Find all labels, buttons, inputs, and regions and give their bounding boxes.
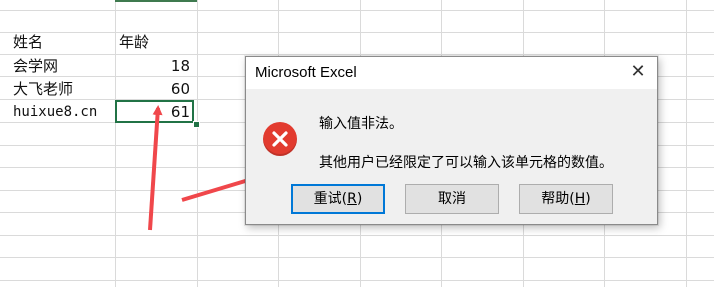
header-cell-name[interactable]: 姓名 xyxy=(10,31,113,53)
dialog-titlebar[interactable]: Microsoft Excel ✕ xyxy=(246,57,657,89)
cell-age-row1[interactable]: 18 xyxy=(116,55,195,77)
header-cell-age[interactable]: 年龄 xyxy=(116,31,197,53)
selected-column-indicator xyxy=(115,0,197,2)
gridline xyxy=(0,235,714,236)
cell-name-row2[interactable]: 大飞老师 xyxy=(10,78,113,100)
cancel-button-label: 取消 xyxy=(438,191,466,207)
gridline xyxy=(0,257,714,258)
close-icon[interactable]: ✕ xyxy=(627,61,649,83)
fill-handle[interactable] xyxy=(193,121,200,128)
retry-button[interactable]: 重试(R) xyxy=(291,184,385,214)
retry-shortcut-key: R xyxy=(347,191,357,207)
cell-age-row2[interactable]: 60 xyxy=(116,78,195,100)
cell-name-row3[interactable]: huixue8.cn xyxy=(10,101,117,123)
help-shortcut-key: H xyxy=(574,191,586,207)
help-button-label: 帮助 xyxy=(541,191,570,207)
error-message-line1: 输入值非法。 xyxy=(319,116,403,132)
error-message-line2: 其他用户已经限定了可以输入该单元格的数值。 xyxy=(319,155,613,171)
help-button[interactable]: 帮助(H) xyxy=(519,184,613,214)
dialog-title: Microsoft Excel xyxy=(255,64,357,81)
cancel-button[interactable]: 取消 xyxy=(405,184,499,214)
cell-name-row1[interactable]: 会学网 xyxy=(10,55,113,77)
active-cell-border xyxy=(115,100,194,123)
gridline xyxy=(0,10,714,11)
retry-button-label: 重试 xyxy=(313,191,342,207)
gridline xyxy=(0,280,714,281)
error-x-icon xyxy=(263,122,297,156)
error-dialog: Microsoft Excel ✕ 输入值非法。 其他用户已经限定了可以输入该单… xyxy=(245,56,658,225)
gridline xyxy=(197,0,198,287)
gridline xyxy=(686,0,687,287)
